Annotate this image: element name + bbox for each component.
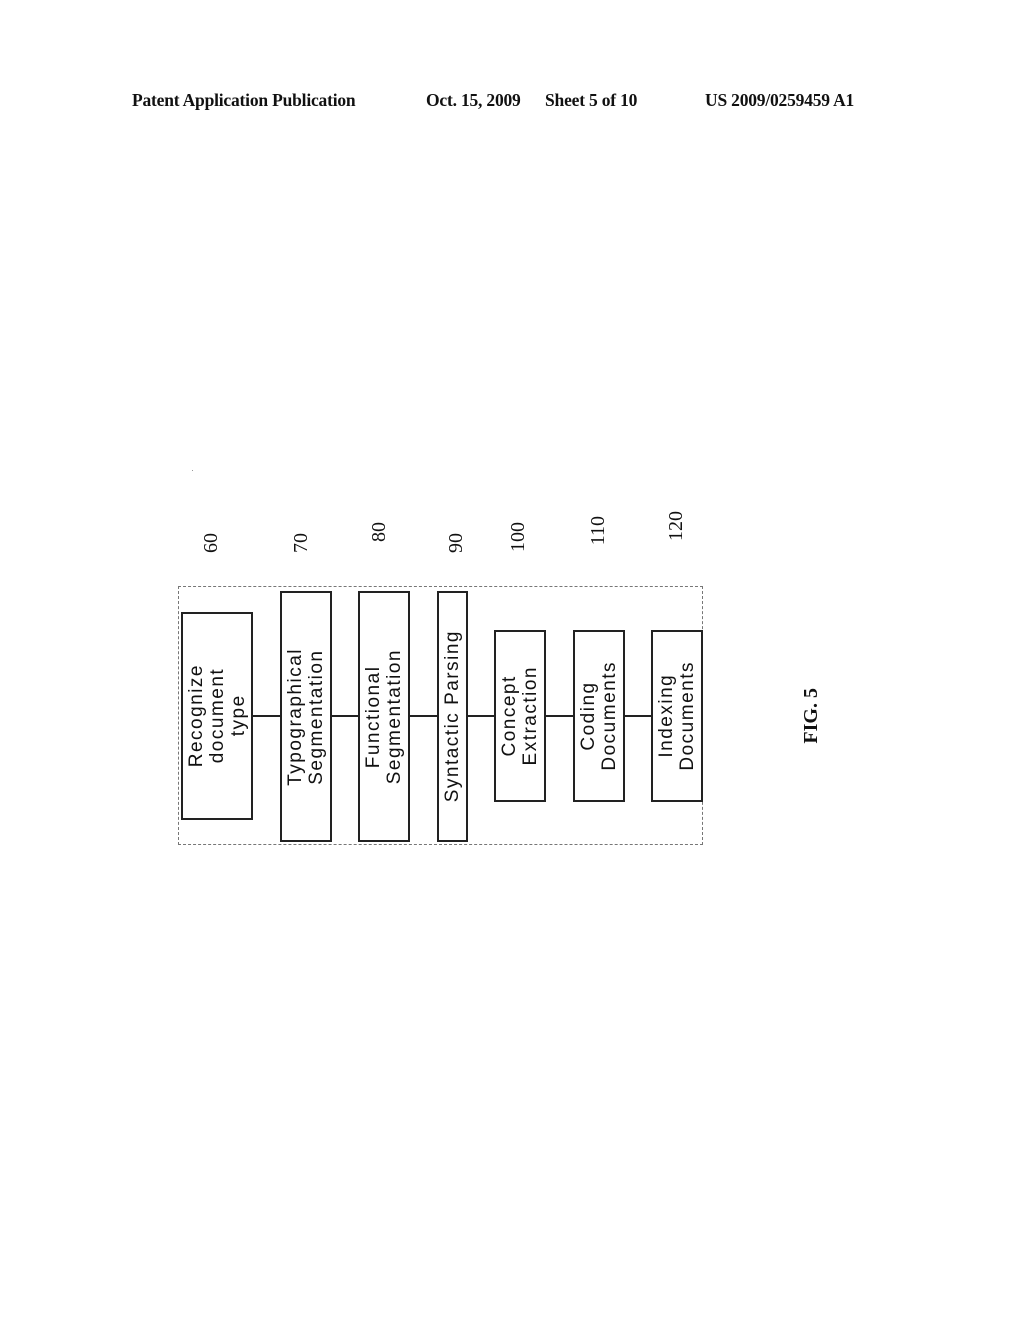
connector-80-90 xyxy=(409,715,437,717)
sheet-number: Sheet 5 of 10 xyxy=(545,90,638,110)
figure-label: FIG. 5 xyxy=(800,688,822,744)
ref-numeral-120: 120 xyxy=(665,511,687,541)
step-label: Typographical Segmentation xyxy=(285,647,327,786)
ref-numeral-80: 80 xyxy=(368,522,390,542)
connector-70-80 xyxy=(331,715,358,717)
scan-speck xyxy=(192,470,193,471)
step-syntactic-parsing: Syntactic Parsing xyxy=(437,591,468,842)
ref-numeral-70: 70 xyxy=(290,533,312,553)
step-functional-segmentation: Functional Segmentation xyxy=(358,591,410,842)
connector-110-120 xyxy=(624,715,651,717)
ref-numeral-110: 110 xyxy=(587,516,609,546)
step-concept-extraction: Concept Extraction xyxy=(494,630,546,802)
step-label: Syntactic Parsing xyxy=(442,630,463,803)
step-label: Recognize document type xyxy=(185,664,249,768)
step-coding-documents: Coding Documents xyxy=(573,630,625,802)
step-label: Coding Documents xyxy=(578,661,620,771)
ref-numeral-100: 100 xyxy=(507,522,529,552)
publication-date: Oct. 15, 2009 xyxy=(426,90,521,110)
step-label: Functional Segmentation xyxy=(363,648,405,785)
step-recognize-document-type: Recognize document type xyxy=(181,612,253,820)
patent-number: US 2009/0259459 A1 xyxy=(705,90,855,110)
connector-90-100 xyxy=(467,715,494,717)
step-label: Concept Extraction xyxy=(499,666,541,766)
connector-100-110 xyxy=(545,715,573,717)
step-indexing-documents: Indexing Documents xyxy=(651,630,703,802)
step-label: Indexing Documents xyxy=(656,661,698,771)
ref-numeral-90: 90 xyxy=(445,533,467,553)
step-typographical-segmentation: Typographical Segmentation xyxy=(280,591,332,842)
publication-title: Patent Application Publication xyxy=(132,90,356,110)
ref-numeral-60: 60 xyxy=(200,533,222,553)
connector-60-70 xyxy=(252,715,280,717)
